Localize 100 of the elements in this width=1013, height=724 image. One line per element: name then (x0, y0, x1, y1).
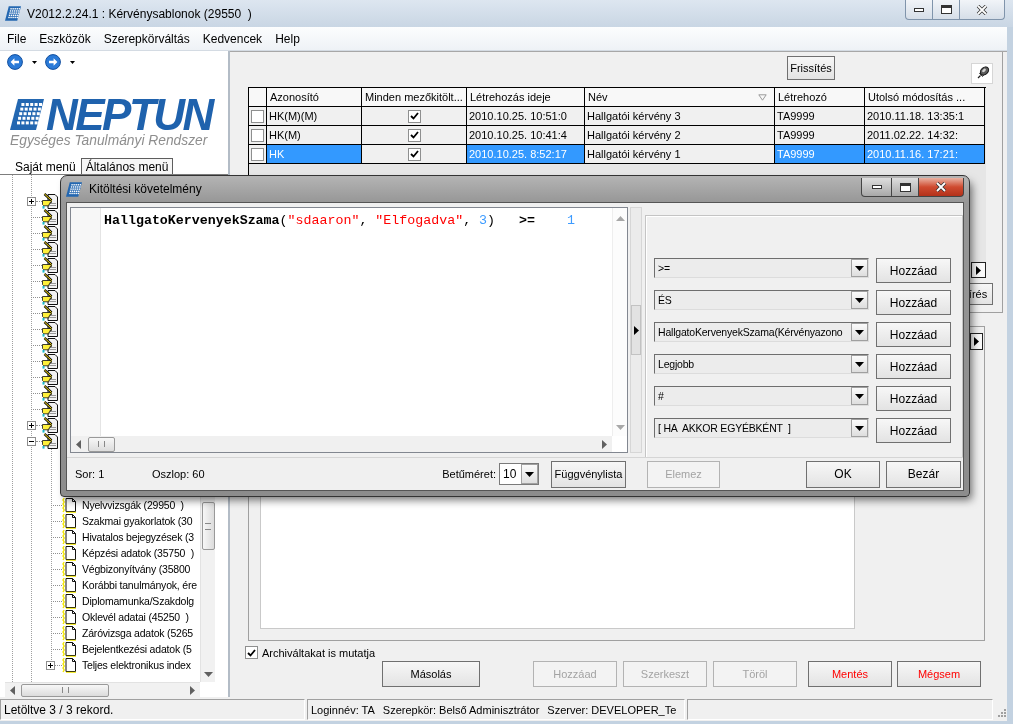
column-header[interactable]: Minden mezőkitölt... (362, 88, 467, 107)
tab[interactable]: Általános menü (80, 158, 174, 174)
document-icon (62, 529, 78, 545)
close-button[interactable] (960, 0, 1005, 20)
dropdown-button[interactable] (851, 259, 868, 277)
caret-icon[interactable] (32, 60, 37, 64)
scrollbar-thumb[interactable] (21, 683, 109, 697)
dialog-button[interactable]: OK (806, 460, 880, 488)
dropdown-button[interactable] (521, 464, 538, 484)
minimize-button[interactable] (905, 0, 933, 20)
refresh-button[interactable]: Frissítés (787, 56, 835, 80)
expand-icon[interactable] (27, 196, 36, 206)
dialog-button[interactable]: Bezár (886, 460, 961, 488)
code-editor[interactable]: HallgatoKervenyekSzama("sdaaron", "Elfogadva", 3) >= 1 (70, 207, 628, 453)
maximize-button[interactable] (933, 0, 960, 20)
menu-item[interactable]: Help (268, 28, 306, 49)
combo-box[interactable]: [ HA AKKOR EGYÉBKÉNT ] (654, 418, 869, 438)
tree-item[interactable]: Diplomamunka/Szakdolg (82, 595, 194, 607)
table-cell: 2010.11.18. 13:35:1 (865, 107, 985, 126)
checkbox[interactable] (407, 147, 421, 161)
table-cell[interactable]: Hallgatói kérvény 1 (585, 145, 775, 164)
tree-item[interactable]: Szakmai gyakorlatok (30 (82, 515, 193, 527)
expand-right-button[interactable] (970, 333, 983, 350)
combo-box[interactable]: >= (654, 258, 869, 278)
horizontal-scrollbar[interactable] (71, 436, 612, 452)
copy-button[interactable]: Másolás (382, 661, 480, 687)
vertical-scrollbar[interactable] (200, 497, 215, 682)
column-header[interactable]: Utolsó módosítás ... (865, 88, 985, 107)
column-header[interactable]: Azonosító (267, 88, 362, 107)
add-button[interactable]: Hozzáad (876, 354, 951, 379)
sort-triangle-icon (758, 93, 767, 101)
vertical-scrollbar[interactable] (612, 208, 627, 436)
document-icon (62, 561, 78, 577)
triangle-right-icon (633, 325, 639, 335)
document-icon (62, 593, 78, 609)
scrollbar-thumb[interactable] (88, 436, 115, 452)
dropdown-button[interactable] (851, 387, 868, 405)
column-header[interactable]: Létrehozás ideje (467, 88, 585, 107)
connector-line (51, 584, 62, 586)
dropdown-button[interactable] (851, 323, 868, 341)
table-cell: 2010.10.25. 8:52:17 (467, 145, 585, 164)
dropdown-button[interactable] (851, 355, 868, 373)
connector-line (51, 616, 62, 618)
expand-icon[interactable] (46, 660, 55, 670)
status-text: Letöltve 3 / 3 rekord. (0, 699, 305, 720)
font-size-select[interactable]: 10 (499, 463, 539, 485)
expand-icon[interactable] (27, 420, 36, 430)
checkbox-label[interactable]: Archiváltakat is mutatja (262, 646, 376, 659)
menu-item[interactable]: Eszközök (32, 28, 97, 49)
hand-document-icon (42, 305, 58, 321)
checkbox[interactable] (245, 646, 258, 659)
tree-item[interactable]: Hivatalos bejegyzések (3 (82, 531, 194, 543)
logo-mark-icon (10, 99, 44, 130)
tree-item[interactable]: Teljes elektronikus index (82, 659, 191, 671)
tree-item[interactable]: Képzési adatok (35750 ) (82, 547, 194, 559)
triangle-left-icon (76, 439, 81, 449)
document-icon (62, 497, 78, 513)
tree-item[interactable]: Záróvizsga adatok (5265 (82, 627, 193, 639)
column-header[interactable]: Név (585, 88, 775, 107)
tree-item[interactable]: Nyelvvizsgák (29950 ) (82, 499, 184, 511)
tree-item[interactable]: Végbizonyítvány (35800 (82, 563, 191, 575)
minimize-button[interactable] (861, 178, 892, 197)
window-title: V2012.2.24.1 : Kérvénysablonok (29550 ) (27, 6, 252, 21)
column-header[interactable]: Létrehozó (775, 88, 865, 107)
tool-button[interactable]: Függvénylista (551, 460, 626, 488)
combo-box[interactable]: ÉS (654, 290, 869, 310)
add-button[interactable]: Hozzáad (876, 386, 951, 411)
collapse-icon[interactable] (27, 436, 36, 446)
menu-item[interactable]: Kedvencek (195, 28, 269, 49)
horizontal-scrollbar[interactable] (5, 682, 200, 697)
table-cell: HK(M)(M) (267, 107, 362, 126)
menu-item[interactable]: File (0, 28, 33, 49)
add-button[interactable]: Hozzáad (876, 418, 951, 443)
scrollbar-thumb[interactable] (201, 502, 215, 550)
connector-line (31, 376, 42, 378)
tab[interactable]: Saját menü (10, 159, 81, 174)
add-button[interactable]: Hozzáad (876, 258, 951, 283)
menu-item[interactable]: Szerepkörváltás (96, 28, 196, 49)
combo-box[interactable]: Legjobb (654, 354, 869, 374)
add-button[interactable]: Hozzáad (876, 290, 951, 315)
tree-item[interactable]: Bejelentkezési adatok (5 (82, 643, 192, 655)
dropdown-button[interactable] (851, 419, 868, 437)
dropdown-button[interactable] (851, 291, 868, 309)
splitter-button[interactable] (631, 305, 641, 355)
connector-line (31, 344, 42, 346)
tree-item[interactable]: Oklevél adatai (45250 ) (82, 611, 189, 623)
add-button[interactable]: Hozzáad (876, 322, 951, 347)
caret-icon[interactable] (70, 60, 75, 64)
table-cell[interactable]: Hallgatói kérvény 3 (585, 107, 775, 126)
tree-item[interactable]: Korábbi tanulmányok, ére (82, 579, 197, 591)
checkbox[interactable] (407, 109, 421, 123)
combo-box[interactable]: HallgatoKervenyekSzama(Kérvényazono (654, 322, 869, 342)
combo-box[interactable]: # (654, 386, 869, 406)
scroll-right-button[interactable] (971, 262, 986, 278)
pushpin-icon[interactable] (971, 63, 993, 84)
table-cell[interactable]: Hallgatói kérvény 2 (585, 126, 775, 145)
close-button[interactable] (919, 178, 964, 197)
checkbox[interactable] (407, 128, 421, 142)
connector-line (51, 552, 62, 554)
maximize-button[interactable] (892, 178, 919, 197)
